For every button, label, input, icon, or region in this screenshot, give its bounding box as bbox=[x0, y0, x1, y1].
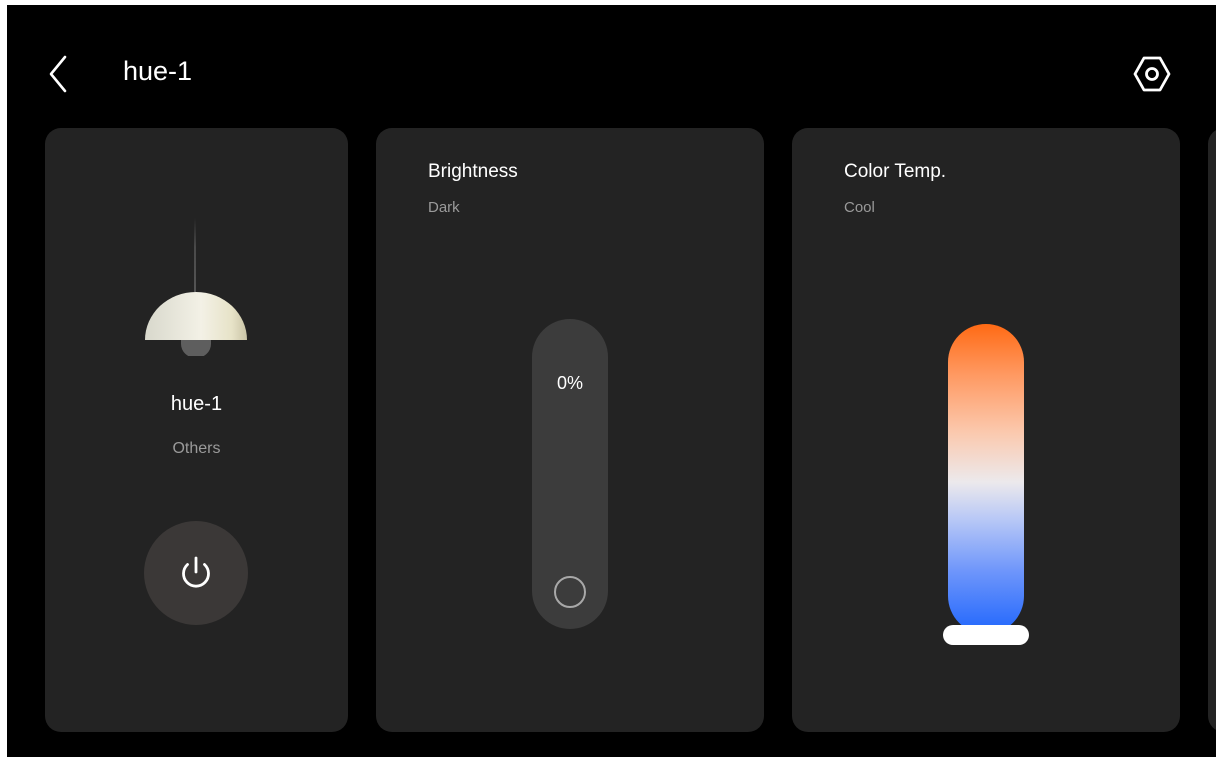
lamp-cord bbox=[194, 218, 196, 292]
device-control-screen: hue-1 hue-1 Others Brightness Dark 0% Co… bbox=[7, 5, 1216, 757]
device-card: hue-1 Others bbox=[45, 128, 348, 732]
brightness-slider[interactable]: 0% bbox=[532, 319, 608, 629]
brightness-card: Brightness Dark 0% bbox=[376, 128, 764, 732]
brightness-value: 0% bbox=[556, 373, 583, 393]
settings-button[interactable] bbox=[1130, 52, 1174, 96]
page-title: hue-1 bbox=[123, 56, 193, 86]
back-chevron-icon bbox=[49, 55, 67, 93]
brightness-title: Brightness bbox=[428, 161, 518, 182]
device-category: Others bbox=[172, 440, 221, 457]
device-name: hue-1 bbox=[170, 393, 223, 415]
color-temp-title: Color Temp. bbox=[844, 161, 947, 182]
color-temp-card: Color Temp. Cool bbox=[792, 128, 1180, 732]
color-temp-subtitle: Cool bbox=[844, 199, 875, 216]
next-card-partial[interactable] bbox=[1208, 128, 1216, 732]
power-icon bbox=[182, 556, 210, 588]
back-button[interactable] bbox=[40, 50, 80, 94]
power-button[interactable] bbox=[144, 521, 248, 625]
color-temp-slider-handle[interactable] bbox=[943, 625, 1029, 645]
hexagon-settings-icon bbox=[1133, 56, 1171, 92]
color-temp-slider[interactable] bbox=[948, 324, 1024, 634]
brightness-slider-handle[interactable] bbox=[554, 576, 586, 608]
brightness-subtitle: Dark bbox=[428, 199, 460, 216]
pendant-lamp-icon bbox=[145, 292, 247, 356]
